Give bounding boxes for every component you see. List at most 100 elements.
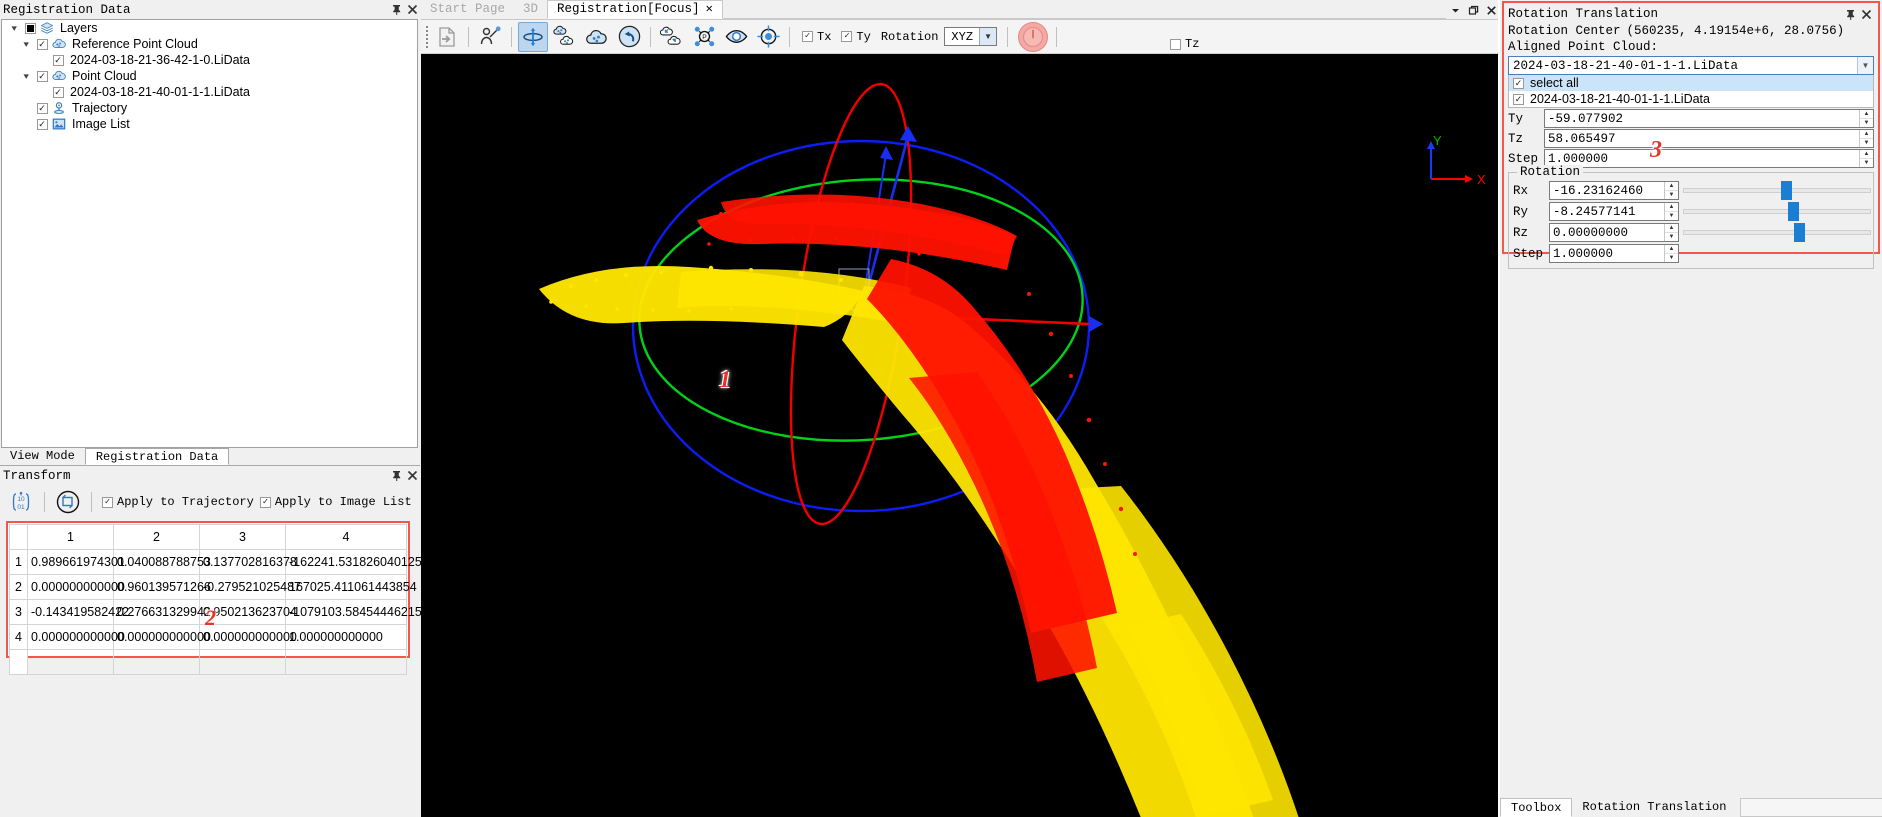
rx-value[interactable]: -16.23162460: [1550, 182, 1664, 199]
single-cloud-icon[interactable]: [582, 22, 612, 52]
checkbox-trajectory[interactable]: ✓: [34, 102, 50, 114]
tab-close-icon[interactable]: ✕: [706, 2, 713, 16]
table-row[interactable]: 2 0.000000000000 0.960139571266 -0.27952…: [9, 574, 417, 600]
toolbar-drag-handle[interactable]: [424, 25, 430, 49]
tz-value[interactable]: 58.065497: [1545, 130, 1859, 147]
rotation-step-spinbox[interactable]: 1.000000 ▲ ▼: [1549, 244, 1679, 263]
cloud-pair-icon[interactable]: [657, 22, 687, 52]
checkbox-point-cloud[interactable]: ✓: [34, 70, 50, 82]
ty-value[interactable]: -59.077902: [1545, 110, 1859, 127]
ry-slider[interactable]: [1683, 202, 1871, 221]
matrix-cell-3-2[interactable]: 0.276631329942: [113, 599, 211, 625]
pin-icon[interactable]: [388, 468, 404, 484]
spin-up-icon[interactable]: ▲: [1665, 182, 1678, 191]
restore-icon[interactable]: [1464, 1, 1482, 19]
apply-to-image-list-checkbox[interactable]: ✓ Apply to Image List: [259, 495, 412, 509]
matrix-1001-icon[interactable]: 10 01: [8, 489, 34, 515]
matrix-cell-2-2[interactable]: 0.960139571266: [113, 574, 211, 600]
close-icon[interactable]: [1858, 6, 1874, 22]
chevron-down-icon[interactable]: ▾: [18, 39, 34, 50]
close-icon[interactable]: [404, 468, 420, 484]
matrix-cell-2-1[interactable]: 0.000000000000: [27, 574, 125, 600]
rz-slider[interactable]: [1683, 223, 1871, 242]
spin-up-icon[interactable]: ▲: [1860, 150, 1873, 159]
spin-down-icon[interactable]: ▼: [1665, 191, 1678, 199]
matrix-cell-empty-1[interactable]: [27, 649, 114, 675]
dropdown-item-select-all[interactable]: ✓ select all: [1509, 75, 1873, 91]
checkbox-layers[interactable]: [22, 22, 38, 34]
table-row[interactable]: 4 0.000000000000 0.000000000000 0.000000…: [9, 624, 407, 650]
tree-item-aligned-lidata[interactable]: ✓ 2024-03-18-21-40-01-1-1.LiData: [2, 84, 417, 100]
tz-spinbox[interactable]: 58.065497 ▲ ▼: [1544, 129, 1874, 148]
spin-down-icon[interactable]: ▼: [1860, 159, 1873, 167]
undo-icon[interactable]: [614, 22, 644, 52]
spin-down-icon[interactable]: ▼: [1665, 212, 1678, 220]
matrix-cell-empty-3[interactable]: [199, 649, 286, 675]
tree-item-reference-lidata[interactable]: ✓ 2024-03-18-21-36-42-1-0.LiData: [2, 52, 417, 68]
matrix-cell-empty-4[interactable]: [285, 649, 407, 675]
rx-spinbox[interactable]: -16.23162460 ▲ ▼: [1549, 181, 1679, 200]
spin-up-icon[interactable]: ▲: [1665, 224, 1678, 233]
chevron-down-icon[interactable]: ▾: [18, 71, 34, 82]
translation-step-value[interactable]: 1.000000: [1545, 150, 1859, 167]
tab-registration-focus[interactable]: Registration[Focus] ✕: [547, 0, 723, 19]
matrix-cell-3-3[interactable]: 0.950213623704: [199, 599, 297, 625]
tab-rotation-translation[interactable]: Rotation Translation: [1572, 798, 1737, 817]
table-row[interactable]: 3 -0.143419582422 0.276631329942 0.95021…: [9, 599, 429, 625]
ty-stepper[interactable]: ▲ ▼: [1859, 110, 1873, 127]
tab-3d[interactable]: 3D: [514, 0, 547, 19]
spin-down-icon[interactable]: ▼: [1665, 233, 1678, 241]
tab-view-mode[interactable]: View Mode: [0, 448, 85, 465]
matrix-cell-1-4[interactable]: -162241.531826040125: [285, 549, 422, 575]
column-header-2[interactable]: 2: [113, 524, 200, 550]
ry-stepper[interactable]: ▲ ▼: [1664, 203, 1678, 220]
rz-stepper[interactable]: ▲ ▼: [1664, 224, 1678, 241]
matrix-cell-4-2[interactable]: 0.000000000000: [113, 624, 211, 650]
chevron-down-icon[interactable]: ▼: [979, 28, 997, 45]
spin-up-icon[interactable]: ▲: [1860, 130, 1873, 139]
reset-rotate-icon[interactable]: [55, 489, 81, 515]
matrix-cell-1-2[interactable]: 0.040088788753: [113, 549, 211, 575]
pick-point-icon[interactable]: P: [689, 22, 719, 52]
right-panel-tabs[interactable]: Toolbox Rotation Translation: [1500, 795, 1882, 817]
checkbox-reference-lidata[interactable]: ✓: [50, 54, 66, 66]
left-panel-tabs[interactable]: View Mode Registration Data: [0, 448, 420, 466]
power-icon[interactable]: [1018, 21, 1049, 52]
aligned-point-cloud-combo[interactable]: 2024-03-18-21-40-01-1-1.LiData ▼: [1508, 56, 1874, 75]
layers-tree[interactable]: ▾ Layers ▾ ✓ Reference Point Cloud ✓ 202…: [1, 19, 418, 448]
translation-step-spinbox[interactable]: 1.000000 ▲ ▼: [1544, 149, 1874, 168]
ry-value[interactable]: -8.24577141: [1550, 203, 1664, 220]
column-header-3[interactable]: 3: [199, 524, 286, 550]
matrix-cell-3-4[interactable]: -1079103.584544462152: [285, 599, 429, 625]
checkbox-image-list[interactable]: ✓: [34, 118, 50, 130]
spin-down-icon[interactable]: ▼: [1860, 139, 1873, 147]
matrix-cell-3-1[interactable]: -0.143419582422: [27, 599, 129, 625]
tz-checkbox[interactable]: Tz: [1170, 37, 1199, 51]
move-rotate-icon[interactable]: [518, 21, 548, 52]
tz-stepper[interactable]: ▲ ▼: [1859, 130, 1873, 147]
matrix-cell-2-3[interactable]: -0.279521025487: [199, 574, 301, 600]
aligned-point-cloud-dropdown[interactable]: ✓ select all ✓ 2024-03-18-21-40-01-1-1.L…: [1508, 75, 1874, 108]
chevron-down-icon[interactable]: [1446, 1, 1464, 19]
column-header-4[interactable]: 4: [285, 524, 407, 550]
matrix-cell-2-4[interactable]: 167025.411061443854: [285, 574, 417, 600]
point-cloud-canvas[interactable]: X Y: [421, 54, 1500, 817]
rotation-step-value[interactable]: 1.000000: [1550, 245, 1664, 262]
chevron-down-icon[interactable]: ▾: [6, 23, 22, 34]
3d-viewport[interactable]: X Y 1: [421, 54, 1500, 817]
spin-down-icon[interactable]: ▼: [1860, 119, 1873, 127]
document-tabs[interactable]: Start Page 3D Registration[Focus] ✕: [421, 0, 1500, 20]
spin-down-icon[interactable]: ▼: [1665, 254, 1678, 262]
target-center-icon[interactable]: [753, 22, 783, 52]
rx-slider[interactable]: [1683, 181, 1871, 200]
tree-item-reference-point-cloud[interactable]: ▾ ✓ Reference Point Cloud: [2, 36, 417, 52]
ry-spinbox[interactable]: -8.24577141 ▲ ▼: [1549, 202, 1679, 221]
pin-icon[interactable]: [388, 2, 404, 18]
spin-up-icon[interactable]: ▲: [1665, 245, 1678, 254]
matrix-cell-4-1[interactable]: 0.000000000000: [27, 624, 125, 650]
ty-checkbox[interactable]: ✓ Ty: [841, 30, 871, 44]
tx-checkbox[interactable]: ✓ Tx: [802, 30, 831, 44]
spin-up-icon[interactable]: ▲: [1860, 110, 1873, 119]
import-icon[interactable]: [432, 22, 462, 52]
rz-spinbox[interactable]: 0.00000000 ▲ ▼: [1549, 223, 1679, 242]
